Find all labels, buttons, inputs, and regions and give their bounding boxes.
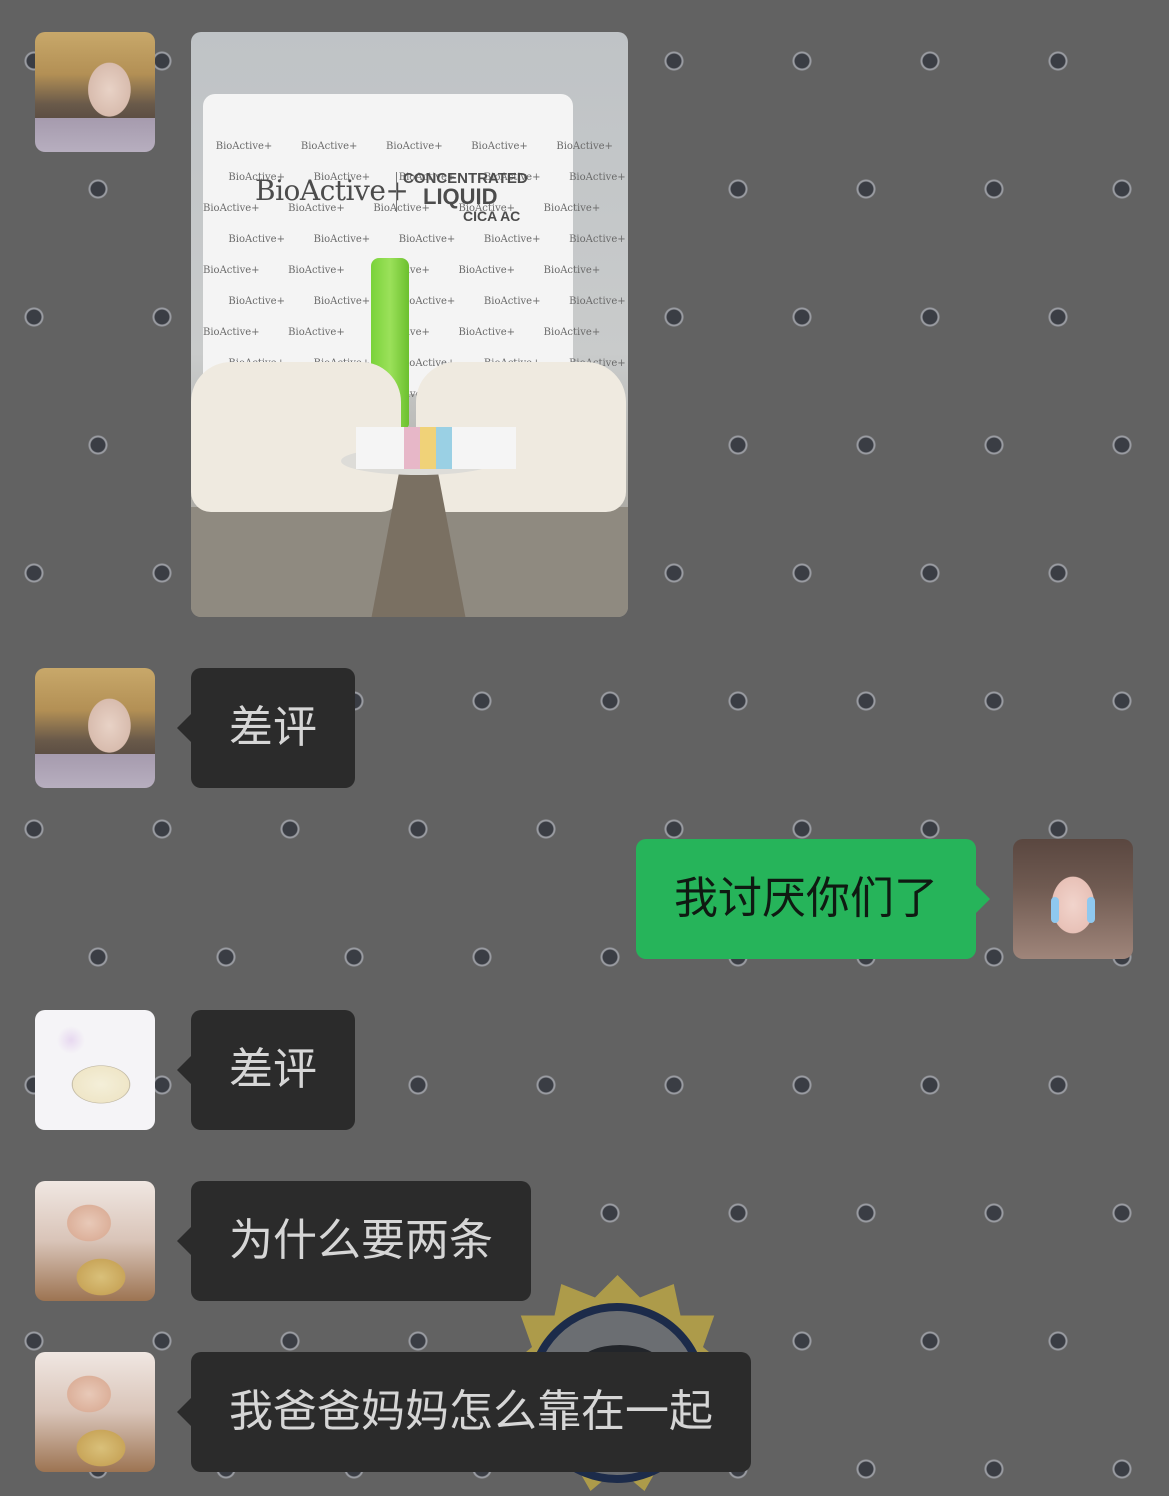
photo-product-line-3: CICA AC bbox=[463, 208, 521, 224]
message-text: 差评 bbox=[229, 1044, 317, 1095]
message-text: 我爸爸妈妈怎么靠在一起 bbox=[229, 1386, 713, 1437]
photo-logo-divider bbox=[396, 172, 397, 212]
avatar-sender-boy[interactable] bbox=[35, 1352, 155, 1472]
avatar-sender-blonde[interactable] bbox=[35, 668, 155, 788]
message-text: 为什么要两条 bbox=[229, 1215, 493, 1266]
photo-brand-logo: BioActive+ bbox=[255, 174, 409, 207]
message-text: 我讨厌你们了 bbox=[674, 873, 938, 924]
avatar-sender-blonde[interactable] bbox=[35, 32, 155, 152]
photo-product-line-2: LIQUID bbox=[423, 184, 498, 209]
image-message[interactable]: BioActive+ BioActive+ BioActive+ BioActi… bbox=[191, 32, 628, 617]
avatar-self[interactable] bbox=[1013, 839, 1133, 959]
message-bubble[interactable]: 为什么要两条 bbox=[177, 1181, 531, 1301]
photo-product-boxes bbox=[356, 427, 516, 469]
message-bubble-outgoing[interactable]: 我讨厌你们了 bbox=[636, 839, 990, 959]
message-text: 差评 bbox=[229, 702, 317, 753]
avatar-sender-boy[interactable] bbox=[35, 1181, 155, 1301]
message-bubble[interactable]: 差评 bbox=[177, 668, 355, 788]
avatar-sender-cartoon[interactable] bbox=[35, 1010, 155, 1130]
message-bubble[interactable]: 差评 bbox=[177, 1010, 355, 1130]
message-bubble[interactable]: 我爸爸妈妈怎么靠在一起 bbox=[177, 1352, 751, 1472]
